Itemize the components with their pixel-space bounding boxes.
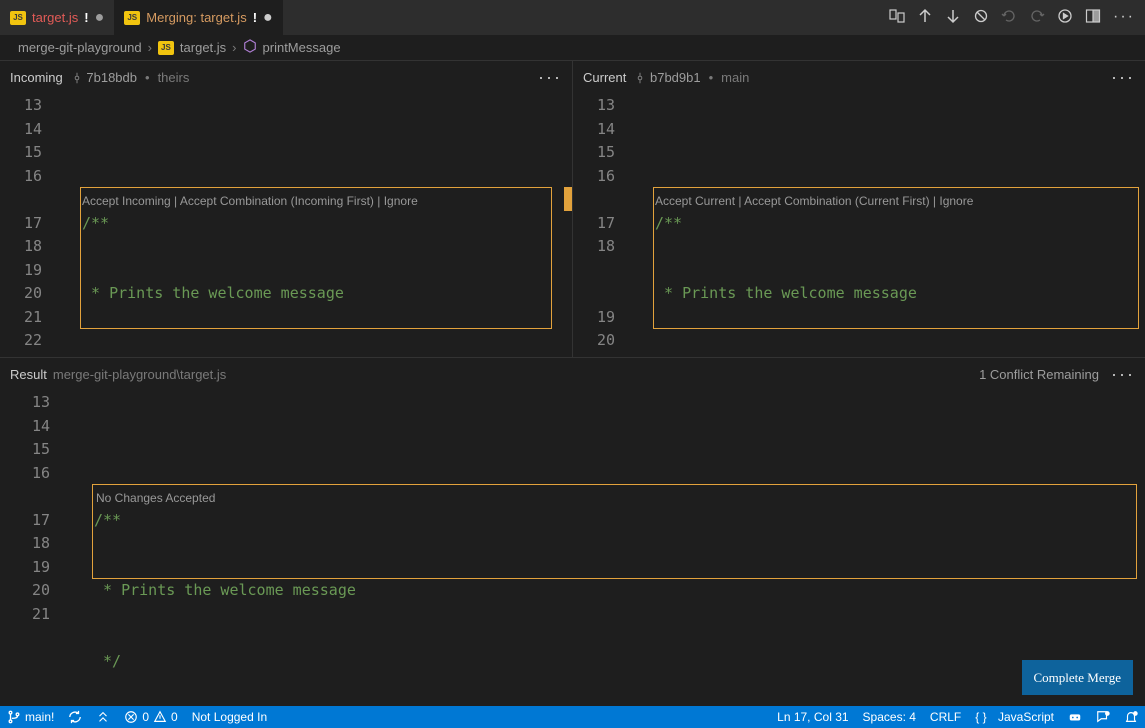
status-spaces[interactable]: Spaces: 4 — [856, 706, 923, 728]
undo-icon — [1001, 8, 1017, 27]
discard-icon[interactable] — [973, 8, 989, 27]
status-debug[interactable] — [89, 706, 117, 728]
status-language[interactable]: { } JavaScript — [968, 706, 1061, 728]
status-problems[interactable]: 0 0 — [117, 706, 184, 728]
tab-merging-target-js[interactable]: JS Merging: target.js ! ● — [114, 0, 282, 35]
editor-title-actions: ··· — [889, 8, 1145, 27]
chevron-right-icon: › — [148, 40, 152, 55]
breadcrumb-root[interactable]: merge-git-playground — [18, 40, 142, 55]
result-title: Result — [10, 367, 47, 382]
pane-more-icon[interactable]: ··· — [1111, 67, 1135, 88]
run-icon[interactable] — [1057, 8, 1073, 27]
arrow-up-icon[interactable] — [917, 8, 933, 27]
js-icon: JS — [158, 41, 174, 55]
status-login[interactable]: Not Logged In — [185, 706, 274, 728]
tab-dirty-indicator[interactable]: ● — [95, 13, 105, 23]
gutter: 131415161718192021222324 — [0, 94, 58, 357]
gutter: 13141516171819202122 — [573, 94, 631, 357]
pane-title: Incoming — [10, 70, 63, 85]
pane-title: Current — [583, 70, 626, 85]
redo-icon — [1029, 8, 1045, 27]
chevron-right-icon: › — [232, 40, 236, 55]
result-path: merge-git-playground\target.js — [53, 367, 226, 382]
result-header: Result merge-git-playground\target.js 1 … — [0, 357, 1145, 391]
breadcrumb-symbol[interactable]: printMessage — [263, 40, 341, 55]
status-copilot-icon[interactable] — [1061, 706, 1089, 728]
code: /** * Prints the welcome message */ func… — [655, 94, 1145, 357]
js-icon: JS — [10, 11, 26, 25]
breadcrumb-file[interactable]: target.js — [180, 40, 226, 55]
split-editor-icon[interactable] — [1085, 8, 1101, 27]
branch-name: main — [721, 70, 749, 85]
commit-ref[interactable]: 7b18bdb — [71, 70, 137, 85]
method-icon — [243, 39, 257, 56]
compare-files-icon[interactable] — [889, 8, 905, 27]
tab-modified-indicator: ! — [253, 10, 257, 25]
status-bell-icon[interactable] — [1117, 706, 1145, 728]
pane-header-current: Current b7bd9b1 • main ··· — [573, 60, 1145, 94]
pane-incoming: Incoming 7b18bdb • theirs ··· 1314151617… — [0, 60, 573, 357]
status-branch[interactable]: main! — [0, 706, 61, 728]
pane-current: Current b7bd9b1 • main ··· 1314151617181… — [573, 60, 1145, 357]
pane-header-incoming: Incoming 7b18bdb • theirs ··· — [0, 60, 572, 94]
more-actions-icon[interactable]: ··· — [1113, 8, 1135, 27]
editor-result[interactable]: 131415161718192021 No Changes Accepted /… — [0, 391, 1145, 706]
status-bar: main! 0 0 Not Logged In Ln 17, Col 31 Sp… — [0, 706, 1145, 728]
status-eol[interactable]: CRLF — [923, 706, 968, 728]
code: /** * Prints the welcome message */ func… — [82, 94, 572, 357]
conflicts-remaining: 1 Conflict Remaining — [979, 367, 1099, 382]
status-cursor[interactable]: Ln 17, Col 31 — [770, 706, 855, 728]
commit-ref[interactable]: b7bd9b1 — [634, 70, 700, 85]
tab-dirty-indicator[interactable]: ● — [263, 13, 273, 23]
status-feedback-icon[interactable] — [1089, 706, 1117, 728]
editor-incoming[interactable]: 131415161718192021222324 Accept Incoming… — [0, 94, 572, 357]
tabs-bar: JS target.js ! ● JS Merging: target.js !… — [0, 0, 1145, 35]
tab-target-js[interactable]: JS target.js ! ● — [0, 0, 114, 35]
merge-top-panes: Incoming 7b18bdb • theirs ··· 1314151617… — [0, 60, 1145, 357]
code: /** * Prints the welcome message */ func… — [94, 391, 1145, 706]
tab-modified-indicator: ! — [84, 10, 88, 25]
status-sync[interactable] — [61, 706, 89, 728]
arrow-down-icon[interactable] — [945, 8, 961, 27]
breadcrumb[interactable]: merge-git-playground › JS target.js › pr… — [0, 35, 1145, 60]
pane-more-icon[interactable]: ··· — [538, 67, 562, 88]
branch-name: theirs — [158, 70, 190, 85]
complete-merge-button[interactable]: Complete Merge — [1022, 660, 1134, 696]
editor-current[interactable]: 13141516171819202122 Accept Current | Ac… — [573, 94, 1145, 357]
js-icon: JS — [124, 11, 140, 25]
tab-title: Merging: target.js — [146, 10, 246, 25]
gutter: 131415161718192021 — [8, 391, 66, 626]
tab-title: target.js — [32, 10, 78, 25]
result-more-icon[interactable]: ··· — [1111, 364, 1135, 385]
